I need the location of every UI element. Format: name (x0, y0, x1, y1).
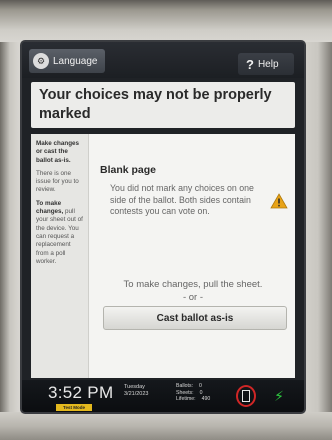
top-bar: ⚙ Language ? Help (22, 42, 304, 78)
help-sidebar: Make changes or cast the ballot as-is. T… (31, 134, 89, 378)
lifetime-label: Lifetime: (176, 396, 196, 403)
issue-message: You did not mark any choices on one side… (110, 183, 254, 217)
help-button[interactable]: ? Help (238, 53, 294, 75)
alert-header: Your choices may not be properly marked (31, 82, 295, 128)
sidebar-heading: Make changes or cast the ballot as-is. (36, 140, 80, 164)
issue-heading: Blank page (100, 164, 157, 176)
warning-icon (270, 193, 288, 209)
help-label: Help (257, 58, 279, 70)
clock: 3:52 PM (48, 383, 114, 402)
content-panel: Make changes or cast the ballot as-is. T… (31, 134, 295, 378)
sidebar-instruction-text: pull your sheet out of the device. You c… (36, 208, 83, 265)
date-block: Tuesday 3/21/2023 (124, 384, 148, 398)
lifetime-value: 490 (201, 396, 211, 403)
printer-icon (236, 385, 256, 407)
status-bar: 3:52 PM Test Mode Tuesday 3/21/2023 Ball… (22, 380, 304, 412)
main-panel: Blank page You did not mark any choices … (93, 134, 293, 378)
mode-badge: Test Mode (56, 404, 92, 411)
or-separator: - or - (182, 292, 204, 303)
ballot-counts: Ballots: 0 Sheets: 0 Lifetime: 490 (176, 383, 210, 403)
help-icon: ? (246, 56, 254, 72)
sheets-label: Sheets: (176, 389, 194, 396)
machine-bezel-top (0, 0, 332, 42)
ballots-label: Ballots: (176, 383, 194, 389)
page-title: Your choices may not be properly marked (39, 87, 272, 122)
language-label: Language (53, 55, 98, 67)
power-icon: ⚡ (274, 388, 284, 404)
language-button[interactable]: ⚙ Language (29, 49, 105, 73)
printer-paper-icon (242, 390, 250, 402)
machine-bezel-bottom (0, 412, 332, 440)
language-icon: ⚙ (33, 53, 49, 69)
date-label: 3/21/2023 (124, 391, 149, 397)
sidebar-issue-text: There is one issue for you to review. (36, 169, 79, 194)
sidebar-instruction-bold: To make changes, (36, 199, 64, 216)
ballots-value: 0 (199, 383, 202, 389)
cast-ballot-label: Cast ballot as-is (156, 312, 234, 324)
ballot-screen: ⚙ Language ? Help Your choices may not b… (22, 42, 304, 412)
day-label: Tuesday (124, 384, 145, 390)
cast-ballot-button[interactable]: Cast ballot as-is (103, 306, 287, 330)
change-instruction: To make changes, pull the sheet. (123, 279, 263, 290)
sheets-value: 0 (199, 389, 203, 396)
